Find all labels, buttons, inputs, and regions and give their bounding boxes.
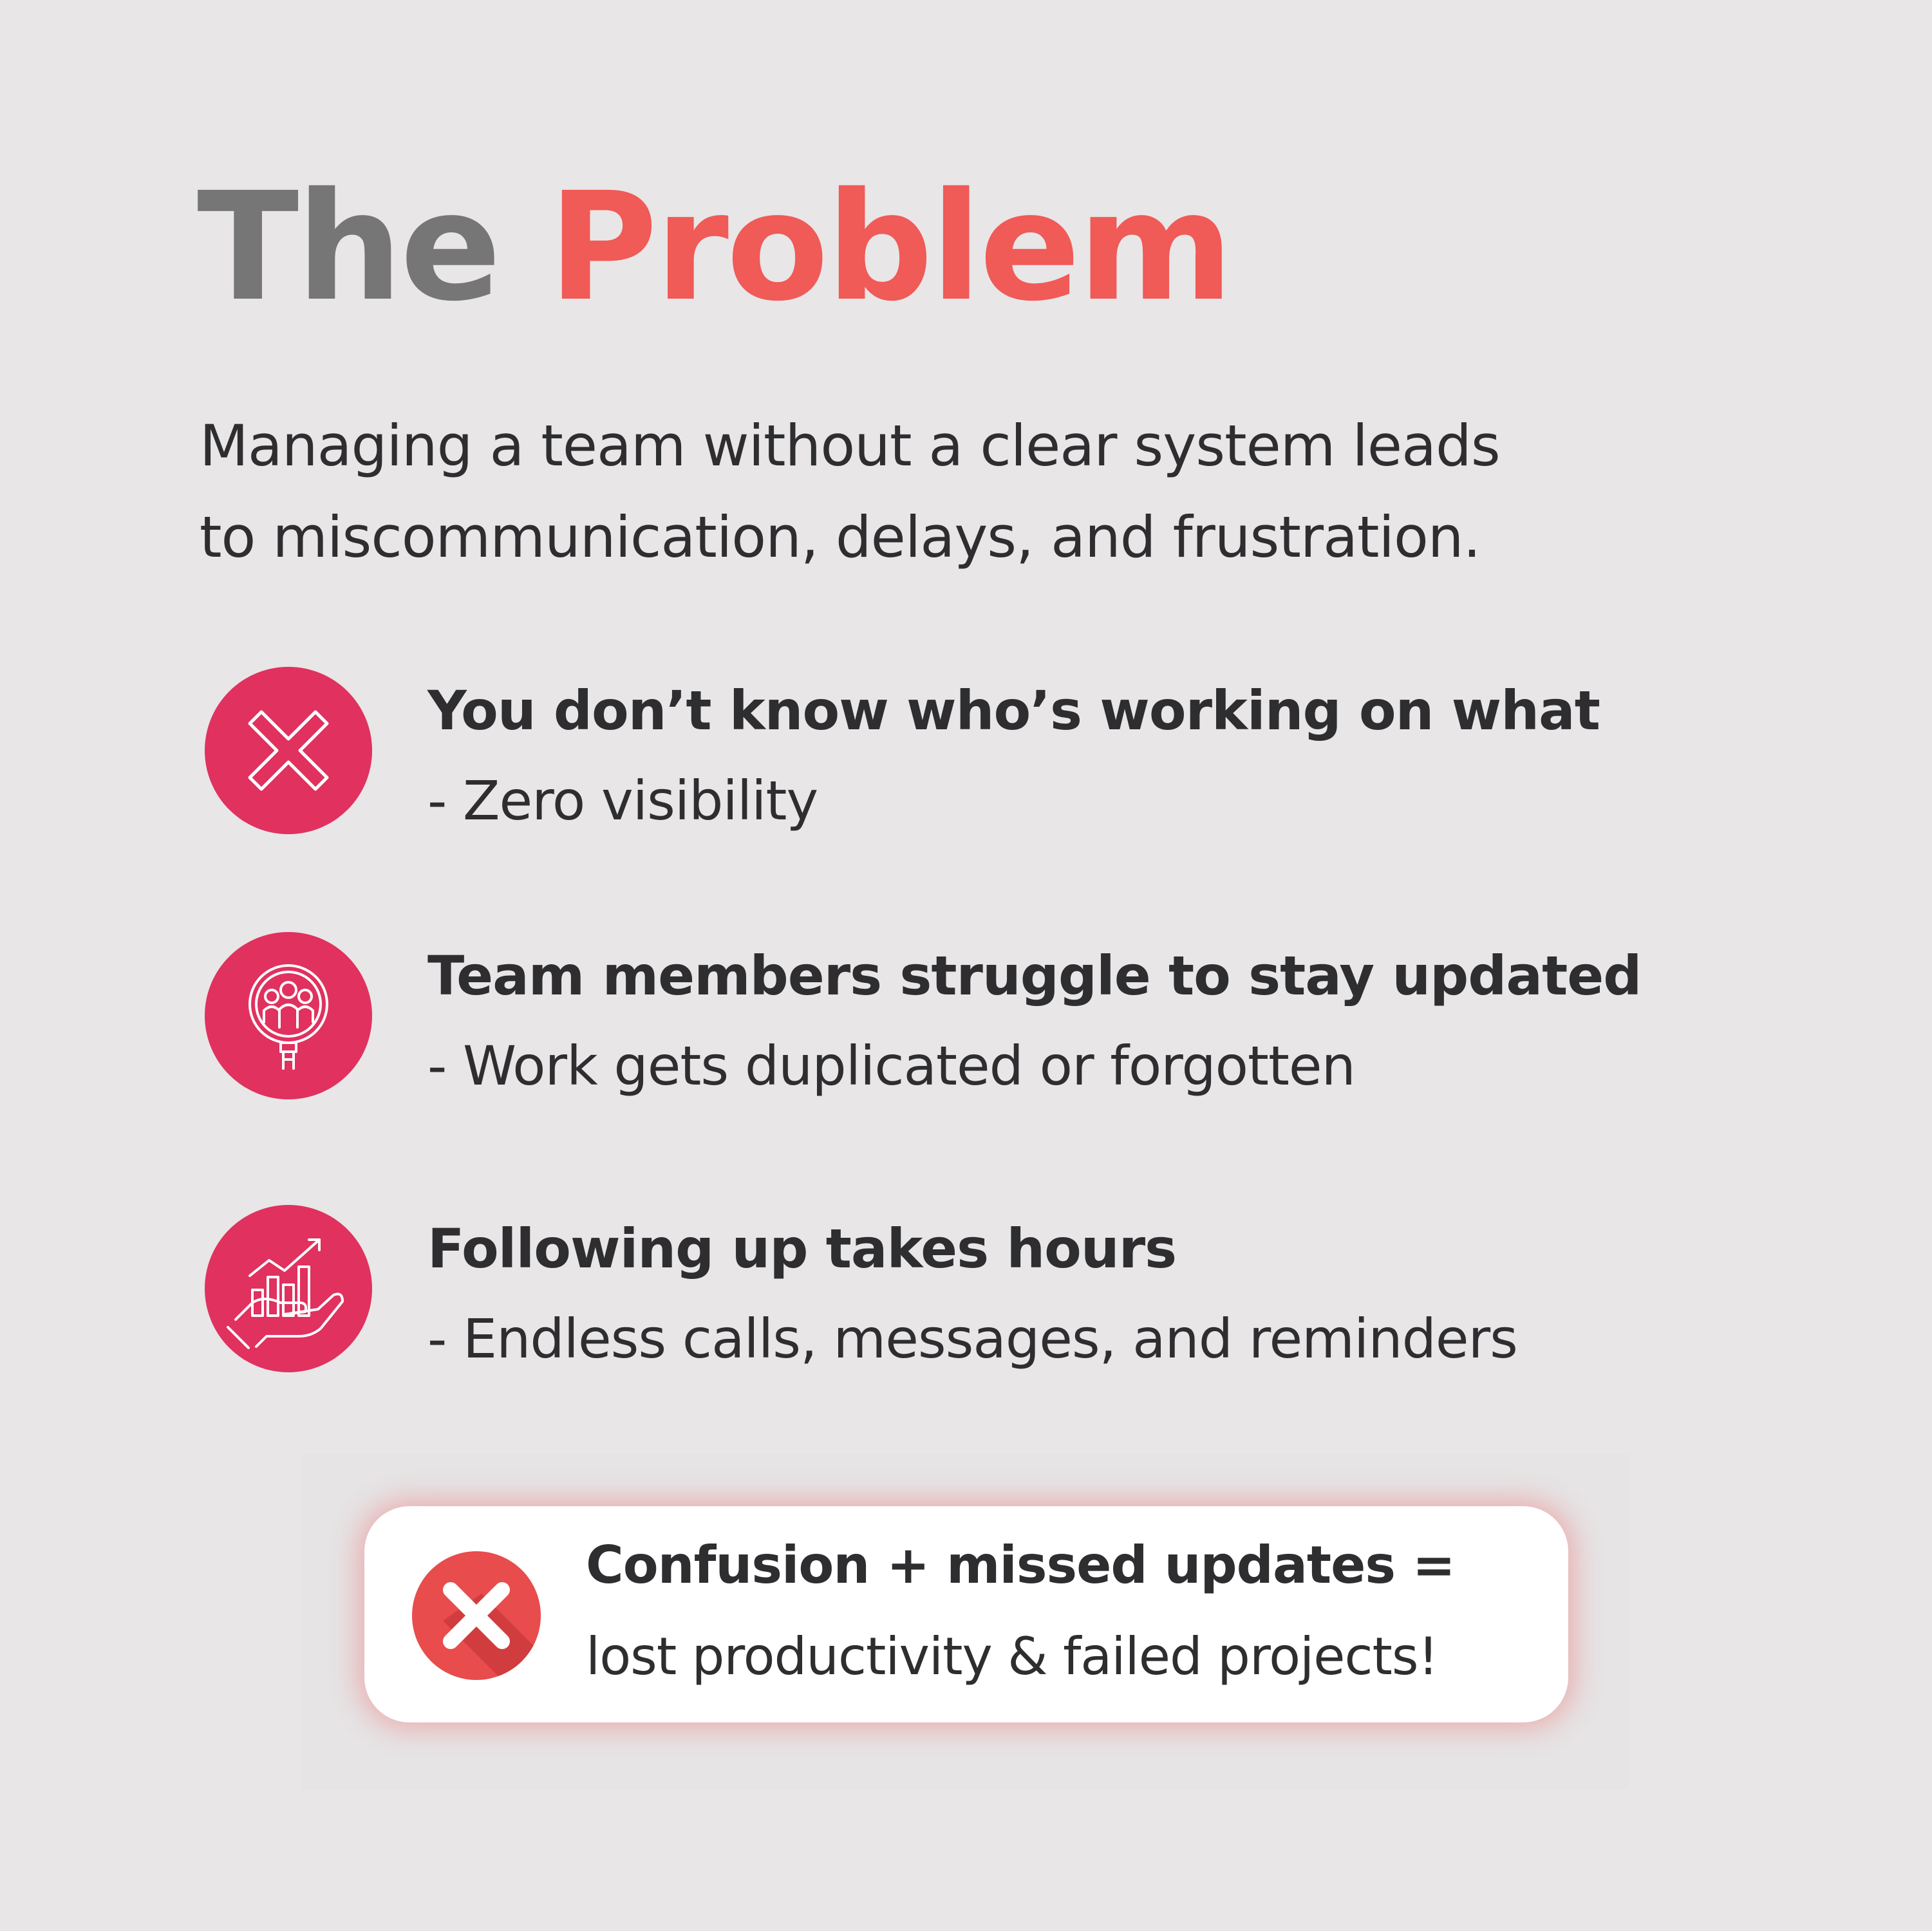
cross-mark-icon xyxy=(205,667,372,834)
problem-detail: - Endless calls, messages, and reminders xyxy=(427,1307,1518,1370)
problem-detail: - Work gets duplicated or forgotten xyxy=(427,1034,1356,1097)
problem-item-follow-up: Following up takes hours - Endless calls… xyxy=(205,1205,1750,1398)
problem-item-updates: Team members struggle to stay updated - … xyxy=(205,932,1750,1125)
callout-consequence: lost productivity & failed projects! xyxy=(586,1627,1439,1686)
intro-line-1: Managing a team without a clear system l… xyxy=(200,413,1501,479)
hand-growth-chart-icon xyxy=(205,1205,372,1372)
summary-callout: Confusion + missed updates = lost produc… xyxy=(364,1506,1568,1722)
team-magnifier-icon xyxy=(205,932,372,1099)
problem-slide: The Problem Managing a team without a cl… xyxy=(0,0,1932,1931)
red-x-circle-icon xyxy=(412,1551,541,1680)
problem-title: Following up takes hours xyxy=(427,1217,1177,1280)
problem-detail: - Zero visibility xyxy=(427,769,818,832)
intro-line-2: to miscommunication, delays, and frustra… xyxy=(200,504,1481,570)
intro-paragraph: Managing a team without a clear system l… xyxy=(200,400,1745,583)
problem-title: Team members struggle to stay updated xyxy=(427,944,1642,1007)
title-word-problem: Problem xyxy=(548,160,1234,334)
title-word-the: The xyxy=(197,160,502,334)
page-title: The Problem xyxy=(197,173,1233,322)
callout-headline: Confusion + missed updates = xyxy=(586,1535,1456,1595)
problem-title: You don’t know who’s working on what xyxy=(427,679,1600,742)
problem-item-visibility: You don’t know who’s working on what - Z… xyxy=(205,667,1750,860)
